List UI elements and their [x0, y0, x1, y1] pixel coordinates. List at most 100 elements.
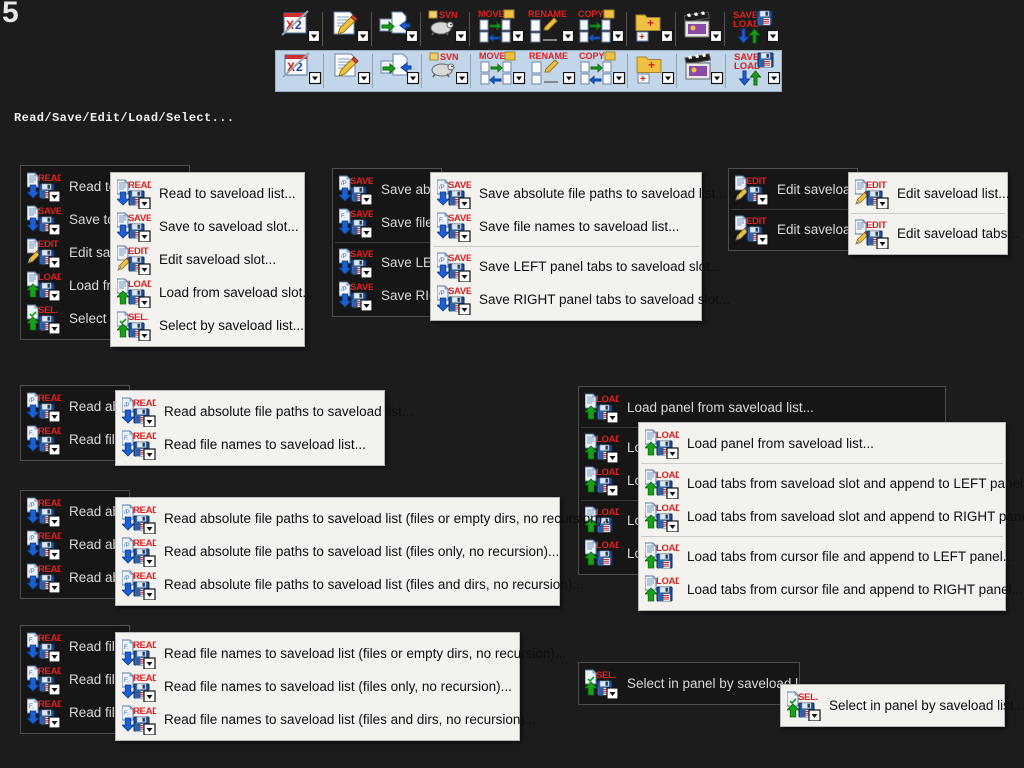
load-saveload-icon: LOAD: [645, 541, 679, 572]
read-saveload-icon: /P READ: [27, 529, 61, 560]
menu-item[interactable]: EDIT Edit saveload tabs...: [849, 217, 1019, 250]
menu-item[interactable]: /P READ Read absolute file paths to save…: [116, 568, 583, 601]
read-saveload-icon: F. READ: [122, 704, 156, 735]
svg-text:LOAD: LOAD: [596, 540, 619, 551]
menu-item[interactable]: F. READ Read file names to saveload list…: [116, 637, 566, 670]
menu-item[interactable]: F. SAVE Save file names to saveload list…: [431, 210, 701, 243]
menu-item[interactable]: LOAD Load tabs from saveload slot and ap…: [639, 500, 1024, 533]
menu-item[interactable]: /P READ Read absolute file paths to save…: [116, 502, 613, 535]
menu-item[interactable]: SEL. Select in panel by saveload list: [579, 667, 799, 700]
toolbar-button-copy-files[interactable]: COPY: [574, 51, 626, 90]
menu-item-label: Save RIGHT panel tabs to saveload slot..…: [479, 292, 731, 307]
menu-item[interactable]: /P SAVE Save absol: [333, 173, 441, 206]
menu-item[interactable]: /P SAVE Save RIGHT panel tabs to saveloa…: [431, 283, 730, 316]
load-saveload-icon: LOAD: [585, 432, 619, 463]
menu-item[interactable]: F. READ Read file: [21, 663, 129, 696]
svg-text:+: +: [639, 32, 645, 43]
svg-text:SAVE: SAVE: [350, 282, 373, 293]
toolbar-separator: [371, 12, 372, 46]
menu-item[interactable]: /P READ Read absolute file paths to save…: [116, 395, 413, 428]
svg-text:SAVE: SAVE: [448, 286, 471, 297]
sel-saveload-icon: SEL.: [787, 690, 821, 721]
toolbar-button-copy-files[interactable]: COPY: [573, 9, 625, 48]
toolbar-button-close-tabs-x2[interactable]: X 2: [278, 51, 322, 90]
saveload-root-menu-expanded: READ Read to saveload list... SAVE Save …: [110, 172, 314, 347]
toolbar-button-move-page-arrow[interactable]: [375, 10, 419, 48]
menu-item[interactable]: SEL. Select by saveload list...: [111, 309, 304, 342]
menu-item-label: Load tabs from saveload slot and append …: [687, 509, 1024, 524]
edit-saveload-icon: EDIT: [855, 178, 889, 209]
toolbar-button-move-files[interactable]: MOVE: [473, 9, 525, 48]
menu-item-label: Read file names to saveload list (files …: [164, 679, 512, 694]
menu-separator: [335, 242, 439, 243]
toolbar-separator: [372, 54, 373, 88]
toolbar-row-normal[interactable]: X 2 SVN MOVE RENAME COPY + + SAVE LOAD: [275, 8, 782, 50]
menu-item[interactable]: F. SAVE Save file na: [333, 206, 441, 239]
menu-item[interactable]: READ Read to saveload list...: [111, 177, 304, 210]
toolbar-button-close-tabs-x2[interactable]: X 2: [277, 9, 321, 48]
toolbar-button-save-load[interactable]: SAVE LOAD: [729, 52, 781, 90]
menu-item[interactable]: /P READ Read abs: [21, 495, 129, 528]
menu-item[interactable]: F. READ Read file: [21, 696, 129, 729]
menu-item[interactable]: /P SAVE Save LEFT p: [333, 246, 441, 279]
menu-separator: [851, 213, 1005, 214]
menu-item[interactable]: LOAD Load tabs from saveload slot and ap…: [639, 467, 1024, 500]
menu-item[interactable]: /P SAVE Save RIGHT: [333, 279, 441, 312]
sel-saveload-icon: SEL.: [27, 303, 61, 334]
menu-item[interactable]: F. READ Read file names to saveload list…: [116, 428, 384, 461]
svg-text:READ: READ: [38, 564, 61, 575]
read-paths-submenu-light: /P READ Read absolute file paths to save…: [115, 497, 613, 606]
menu-item[interactable]: EDIT Edit saveload slot...: [111, 243, 304, 276]
read-saveload-icon: /P READ: [122, 396, 156, 427]
svg-text:READ: READ: [38, 699, 61, 710]
menu-item[interactable]: EDIT Edit saveload: [729, 173, 857, 206]
save-saveload-icon: SAVE: [117, 211, 151, 242]
toolbar-button-svn-tortoise[interactable]: SVN: [424, 10, 468, 48]
toolbar-row-hover[interactable]: X 2 SVN MOVE RENAME COPY + + SAVE LOAD: [275, 50, 782, 92]
toolbar-button-rename-files[interactable]: RENAME: [524, 51, 576, 90]
toolbar-button-media-clapper[interactable]: [680, 52, 724, 90]
toolbar-button-edit-document-pencil[interactable]: [327, 52, 371, 90]
menu-item[interactable]: /P READ Read abs: [21, 561, 129, 594]
menu-item[interactable]: /P READ Read abs: [21, 528, 129, 561]
toolbar-button-move-files[interactable]: MOVE: [474, 51, 526, 90]
toolbar-button-edit-document-pencil[interactable]: [326, 10, 370, 48]
menu-item-label: Load tabs from cursor file and append to…: [687, 549, 1014, 564]
toolbar-button-rename-files[interactable]: RENAME: [523, 9, 575, 48]
menu-item[interactable]: F. READ Read file: [21, 423, 129, 456]
toolbar-button-svn-tortoise[interactable]: SVN: [425, 52, 469, 90]
read-saveload-icon: /P READ: [27, 391, 61, 422]
svg-text:LOAD: LOAD: [656, 430, 679, 441]
menu-item[interactable]: F. READ Read file names to saveload list…: [116, 670, 519, 703]
menu-item[interactable]: /P READ Read abs: [21, 390, 129, 423]
toolbar-separator: [675, 12, 676, 46]
menu-item[interactable]: F. READ Read file: [21, 630, 129, 663]
toolbar-button-move-page-arrow[interactable]: [376, 52, 420, 90]
toolbar-button-new-folder[interactable]: + +: [631, 52, 675, 90]
toolbar-button-new-folder[interactable]: + +: [630, 10, 674, 48]
menu-item-label: Save to saveload slot...: [159, 219, 299, 234]
toolbar-separator: [421, 54, 422, 88]
menu-item[interactable]: LOAD Load from saveload slot...: [111, 276, 314, 309]
toolbar-button-media-clapper[interactable]: [679, 10, 723, 48]
menu-item[interactable]: LOAD Load tabs from cursor file and appe…: [639, 540, 1014, 573]
svg-text:SAVE: SAVE: [128, 213, 151, 224]
menu-item[interactable]: SEL. Select in panel by saveload list...: [781, 689, 1024, 722]
menu-item[interactable]: /P SAVE Save absolute file paths to save…: [431, 177, 727, 210]
menu-item[interactable]: LOAD Load panel from saveload list...: [579, 391, 945, 424]
svg-text:READ: READ: [38, 666, 61, 677]
svg-text:EDIT: EDIT: [746, 216, 767, 227]
svg-text:RENAME: RENAME: [528, 9, 567, 19]
svg-text:EDIT: EDIT: [866, 220, 887, 231]
menu-item[interactable]: /P SAVE Save LEFT panel tabs to saveload…: [431, 250, 721, 283]
menu-item[interactable]: F. READ Read file names to saveload list…: [116, 703, 536, 736]
toolbar-separator: [676, 54, 677, 88]
toolbar-button-save-load[interactable]: SAVE LOAD: [728, 10, 780, 48]
menu-item[interactable]: /P READ Read absolute file paths to save…: [116, 535, 559, 568]
menu-item[interactable]: EDIT Edit saveload t: [729, 213, 857, 246]
menu-item[interactable]: EDIT Edit saveload list...: [849, 177, 1010, 210]
menu-item[interactable]: LOAD Load panel from saveload list...: [639, 427, 1005, 460]
menu-item[interactable]: LOAD Load tabs from cursor file and appe…: [639, 573, 1023, 606]
toolbar-separator: [724, 12, 725, 46]
menu-item[interactable]: SAVE Save to saveload slot...: [111, 210, 304, 243]
